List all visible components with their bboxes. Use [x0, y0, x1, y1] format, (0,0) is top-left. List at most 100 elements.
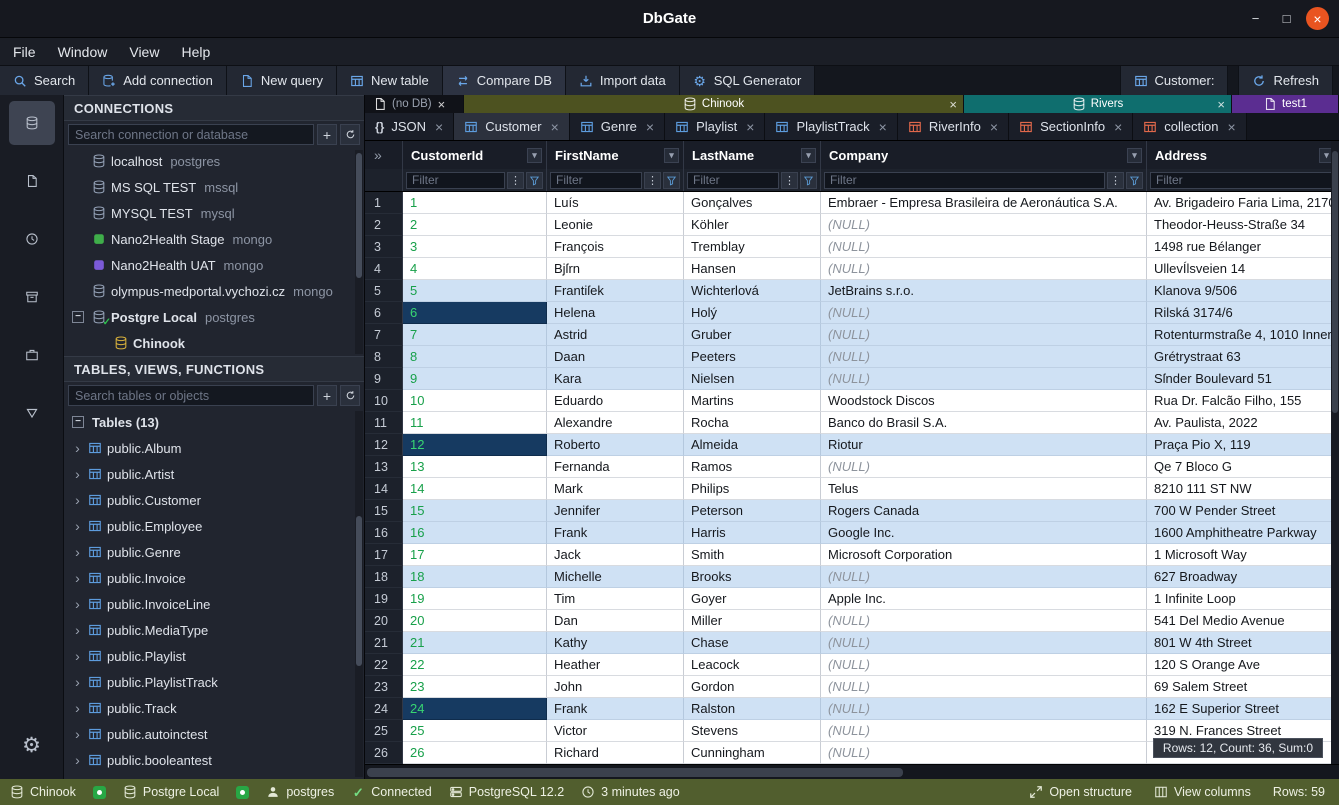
table-item-public-album[interactable]: ›public.Album — [64, 435, 364, 461]
table-row[interactable]: 66HelenaHolý(NULL)Rilská 3174/6 — [365, 302, 1339, 324]
table-item-public-invoiceline[interactable]: ›public.InvoiceLine — [64, 591, 364, 617]
table-row[interactable]: 1818MichelleBrooks(NULL)627 Broadway — [365, 566, 1339, 588]
tables-group-row[interactable]: −Tables (13) — [64, 409, 364, 435]
column-header-company[interactable]: Company▾ — [821, 141, 1147, 169]
cell-company[interactable]: Banco do Brasil S.A. — [821, 412, 1147, 434]
tables-refresh-button[interactable] — [340, 385, 360, 406]
cell-lastname[interactable]: Goyer — [684, 588, 821, 610]
cell-customerid[interactable]: 16 — [403, 522, 547, 544]
cell-lastname[interactable]: Harris — [684, 522, 821, 544]
cell-firstname[interactable]: Michelle — [547, 566, 684, 588]
table-item-public-booleantest[interactable]: ›public.booleantest — [64, 747, 364, 773]
sidebar-cell-data-button[interactable] — [9, 391, 55, 435]
cell-lastname[interactable]: Brooks — [684, 566, 821, 588]
table-row[interactable]: 1111AlexandreRochaBanco do Brasil S.A.Av… — [365, 412, 1339, 434]
cell-company[interactable]: (NULL) — [821, 632, 1147, 654]
cell-lastname[interactable]: Peterson — [684, 500, 821, 522]
connections-refresh-button[interactable] — [340, 124, 360, 145]
sidebar-settings-button[interactable]: ⚙ — [9, 723, 55, 767]
cell-company[interactable]: (NULL) — [821, 720, 1147, 742]
cell-customerid[interactable]: 9 — [403, 368, 547, 390]
table-item-public-invoice[interactable]: ›public.Invoice — [64, 565, 364, 591]
cell-company[interactable]: (NULL) — [821, 236, 1147, 258]
status-postgres[interactable]: postgres — [266, 785, 334, 799]
cell-address[interactable]: 541 Del Medio Avenue — [1147, 610, 1339, 632]
tab-playlist[interactable]: Playlist× — [665, 113, 765, 140]
cell-lastname[interactable]: Gruber — [684, 324, 821, 346]
cell-address[interactable]: 162 E Superior Street — [1147, 698, 1339, 720]
cell-lastname[interactable]: Leacock — [684, 654, 821, 676]
cell-lastname[interactable]: Almeida — [684, 434, 821, 456]
sidebar-archive-button[interactable] — [9, 275, 55, 319]
connection-nano2health-stage[interactable]: Nano2Health Stagemongo — [64, 226, 364, 252]
cell-firstname[interactable]: Mark — [547, 478, 684, 500]
tab-sectioninfo[interactable]: SectionInfo× — [1009, 113, 1133, 140]
cell-firstname[interactable]: Helena — [547, 302, 684, 324]
table-row[interactable]: 1010EduardoMartinsWoodstock DiscosRua Dr… — [365, 390, 1339, 412]
cell-address[interactable]: 1498 rue Bélanger — [1147, 236, 1339, 258]
cell-firstname[interactable]: Bjſrn — [547, 258, 684, 280]
row-number[interactable]: 12 — [365, 434, 403, 456]
status-badge[interactable] — [236, 786, 249, 799]
close-tab-icon[interactable]: × — [1228, 119, 1236, 135]
close-tab-icon[interactable]: × — [551, 119, 559, 135]
cell-firstname[interactable]: Victor — [547, 720, 684, 742]
row-number[interactable]: 4 — [365, 258, 403, 280]
cell-lastname[interactable]: Gonçalves — [684, 192, 821, 214]
close-tab-group-icon[interactable]: × — [949, 97, 957, 112]
cell-company[interactable]: (NULL) — [821, 258, 1147, 280]
row-number[interactable]: 6 — [365, 302, 403, 324]
sidebar-files-button[interactable] — [9, 159, 55, 203]
table-row[interactable]: 1919TimGoyerApple Inc.1 Infinite Loop — [365, 588, 1339, 610]
connections-search-input[interactable] — [68, 124, 314, 145]
cell-address[interactable]: Qe 7 Bloco G — [1147, 456, 1339, 478]
table-row[interactable]: 22LeonieKöhler(NULL)Theodor-Heuss-Straße… — [365, 214, 1339, 236]
tab-group-rivers[interactable]: Rivers× — [964, 95, 1232, 113]
table-item-public-artist[interactable]: ›public.Artist — [64, 461, 364, 487]
tables-scrollbar[interactable] — [355, 411, 363, 777]
menu-help[interactable]: Help — [170, 40, 221, 64]
table-row[interactable]: 33FrançoisTremblay(NULL)1498 rue Bélange… — [365, 236, 1339, 258]
cell-company[interactable]: (NULL) — [821, 698, 1147, 720]
add-table-plus-button[interactable]: + — [317, 385, 337, 406]
cell-company[interactable]: (NULL) — [821, 324, 1147, 346]
cell-customerid[interactable]: 1 — [403, 192, 547, 214]
close-tab-icon[interactable]: × — [879, 119, 887, 135]
table-row[interactable]: 1717JackSmithMicrosoft Corporation1 Micr… — [365, 544, 1339, 566]
row-number[interactable]: 17 — [365, 544, 403, 566]
column-header-address[interactable]: Address▾ — [1147, 141, 1339, 169]
table-item-public-playlist[interactable]: ›public.Playlist — [64, 643, 364, 669]
cell-company[interactable]: Embraer - Empresa Brasileira de Aeronáut… — [821, 192, 1147, 214]
menu-window[interactable]: Window — [47, 40, 119, 64]
cell-company[interactable]: (NULL) — [821, 566, 1147, 588]
status-3-minutes-ago[interactable]: 3 minutes ago — [581, 785, 680, 799]
connection-postgre-local[interactable]: −✓Postgre Localpostgres — [64, 304, 364, 330]
filter-funnel-button[interactable] — [526, 172, 543, 189]
cell-customerid[interactable]: 25 — [403, 720, 547, 742]
cell-address[interactable]: Rilská 3174/6 — [1147, 302, 1339, 324]
close-tab-icon[interactable]: × — [435, 119, 443, 135]
filter-input-company[interactable] — [824, 172, 1105, 189]
connection-localhost[interactable]: localhostpostgres — [64, 148, 364, 174]
column-header-customerid[interactable]: CustomerId▾ — [403, 141, 547, 169]
cell-address[interactable]: 801 W 4th Street — [1147, 632, 1339, 654]
filter-funnel-button[interactable] — [1126, 172, 1143, 189]
cell-lastname[interactable]: Smith — [684, 544, 821, 566]
table-row[interactable]: 88DaanPeeters(NULL)Grétrystraat 63 — [365, 346, 1339, 368]
cell-lastname[interactable]: Peeters — [684, 346, 821, 368]
cell-company[interactable]: Telus — [821, 478, 1147, 500]
cell-firstname[interactable]: John — [547, 676, 684, 698]
tab-json[interactable]: {}JSON× — [365, 113, 454, 140]
cell-address[interactable]: UllevÍlsveien 14 — [1147, 258, 1339, 280]
row-number[interactable]: 26 — [365, 742, 403, 764]
expand-columns-button[interactable]: » — [365, 141, 403, 169]
row-number[interactable]: 2 — [365, 214, 403, 236]
cell-customerid[interactable]: 26 — [403, 742, 547, 764]
cell-address[interactable]: Theodor-Heuss-Straße 34 — [1147, 214, 1339, 236]
filter-funnel-button[interactable] — [663, 172, 680, 189]
row-number[interactable]: 10 — [365, 390, 403, 412]
status-chinook[interactable]: Chinook — [10, 785, 76, 799]
cell-customerid[interactable]: 24 — [403, 698, 547, 720]
cell-firstname[interactable]: Kara — [547, 368, 684, 390]
table-row[interactable]: 2222HeatherLeacock(NULL)120 S Orange Ave — [365, 654, 1339, 676]
